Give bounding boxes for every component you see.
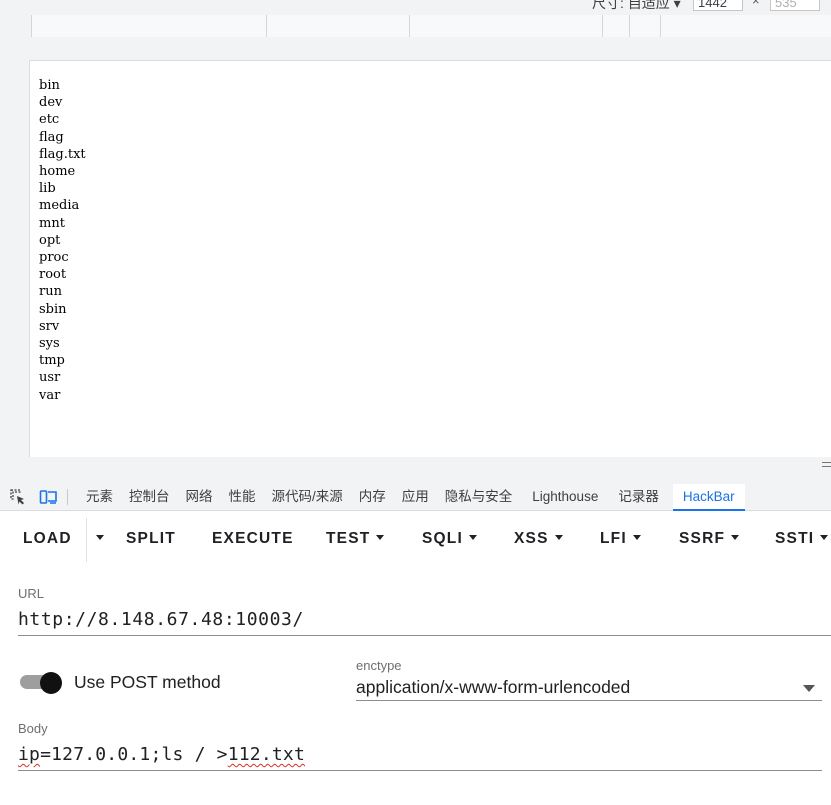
sqli-label: SQLI [422, 530, 463, 547]
tab-memory[interactable]: 内存 [351, 484, 394, 511]
body-text-part: =127.0.0.1;ls / > [40, 744, 228, 765]
load-menu-button[interactable] [90, 530, 104, 548]
tab-elements[interactable]: 元素 [78, 484, 121, 511]
post-method-toggle[interactable] [20, 672, 62, 694]
directory-entry: var [39, 387, 61, 403]
media-query-ruler [0, 15, 831, 37]
tab-network[interactable]: 网络 [178, 484, 221, 511]
directory-entry: sys [39, 336, 60, 352]
inspect-element-icon[interactable] [9, 488, 27, 506]
media-query-segment[interactable] [31, 15, 266, 37]
ssti-menu-button[interactable]: SSTI [775, 530, 829, 548]
media-query-segment[interactable] [409, 15, 602, 37]
directory-entry: bin [39, 78, 60, 93]
url-underline [18, 635, 831, 636]
directory-entry: opt [39, 232, 61, 248]
ruler-gap [0, 37, 831, 60]
execute-button[interactable]: EXECUTE [212, 530, 294, 548]
tab-lighthouse[interactable]: Lighthouse [520, 484, 610, 511]
body-label: Body [18, 721, 48, 736]
times-symbol: × [752, 0, 760, 8]
chevron-down-icon [376, 535, 385, 541]
xss-menu-button[interactable]: XSS [514, 530, 563, 548]
toolbar-divider [67, 489, 68, 505]
viewport-resize-handle[interactable] [822, 462, 831, 476]
chevron-down-icon [96, 535, 104, 541]
toolbar-separator [86, 518, 87, 562]
tab-privacy-security[interactable]: 隐私与安全 [437, 484, 521, 511]
directory-entry: mnt [39, 215, 65, 231]
lfi-label: LFI [600, 530, 627, 547]
directory-entry: home [39, 164, 76, 180]
directory-entry: etc [39, 112, 60, 128]
url-label: URL [18, 586, 45, 601]
tab-hackbar[interactable]: HackBar [672, 483, 745, 511]
directory-entry: proc [39, 250, 69, 266]
media-query-segment[interactable] [660, 15, 831, 37]
tab-sources[interactable]: 源代码/来源 [264, 484, 351, 511]
page-viewport: bin dev etc flag flag.txt home lib media mnt opt p… [29, 60, 831, 457]
body-underline [18, 770, 822, 771]
tab-application[interactable]: 应用 [394, 484, 437, 511]
media-query-segment[interactable] [602, 15, 629, 37]
ssrf-menu-button[interactable]: SSRF [679, 530, 740, 548]
load-button[interactable]: LOAD [23, 530, 72, 548]
tab-console[interactable]: 控制台 [121, 484, 178, 511]
directory-entry: lib [39, 181, 56, 197]
body-text-part: 112.txt [227, 744, 305, 765]
xss-label: XSS [514, 530, 549, 547]
chevron-down-icon [731, 535, 740, 541]
test-menu-button[interactable]: TEST [326, 530, 385, 548]
toggle-thumb [40, 672, 62, 694]
lfi-menu-button[interactable]: LFI [600, 530, 641, 548]
chevron-down-icon [820, 535, 829, 541]
dropdown-arrow-icon[interactable] [803, 685, 815, 692]
body-text-part: ip [18, 744, 41, 765]
device-toggle-icon[interactable] [39, 488, 57, 506]
directory-listing: bin dev etc flag flag.txt home lib media mnt opt p… [39, 77, 86, 404]
directory-entry: flag [39, 129, 64, 145]
enctype-underline [356, 700, 822, 701]
dimensions-select[interactable]: 尺寸: 自适应 ▾ [592, 0, 681, 13]
tab-recorder[interactable]: 记录器 [610, 484, 667, 511]
url-input[interactable]: http://8.148.67.48:10003/ [18, 609, 304, 630]
device-toolbar: 尺寸: 自适应 ▾ 1442 × 535 [0, 0, 831, 15]
directory-entry: run [39, 284, 62, 300]
hackbar-toolbar: LOAD SPLIT EXECUTE TEST SQLI XSS LFI SSR… [0, 512, 831, 566]
devtools-tab-bar: 元素 控制台 网络 性能 源代码/来源 内存 应用 隐私与安全 Lighthou… [0, 483, 831, 511]
directory-entry: usr [39, 370, 61, 386]
directory-entry: dev [39, 95, 63, 111]
directory-entry: sbin [39, 301, 67, 317]
height-input[interactable]: 535 [770, 0, 820, 11]
ssrf-label: SSRF [679, 530, 726, 547]
chevron-down-icon [468, 535, 477, 541]
post-method-label: Use POST method [74, 672, 221, 692]
directory-entry: root [39, 267, 67, 283]
sqli-menu-button[interactable]: SQLI [422, 530, 477, 548]
directory-entry: flag.txt [39, 146, 86, 162]
split-button[interactable]: SPLIT [126, 530, 176, 548]
directory-entry: media [39, 198, 80, 214]
tab-performance[interactable]: 性能 [221, 484, 264, 511]
media-query-segment[interactable] [266, 15, 409, 37]
enctype-select[interactable]: application/x-www-form-urlencoded [356, 677, 630, 698]
body-input[interactable]: ip=127.0.0.1;ls / >112.txt [18, 744, 305, 765]
width-input[interactable]: 1442 [693, 0, 743, 11]
enctype-label: enctype [356, 658, 402, 673]
media-query-segment[interactable] [629, 15, 660, 37]
chevron-down-icon [554, 535, 563, 541]
directory-entry: tmp [39, 353, 65, 369]
chevron-down-icon [632, 535, 641, 541]
ssti-label: SSTI [775, 530, 815, 547]
directory-entry: srv [39, 318, 60, 334]
test-label: TEST [326, 530, 371, 547]
